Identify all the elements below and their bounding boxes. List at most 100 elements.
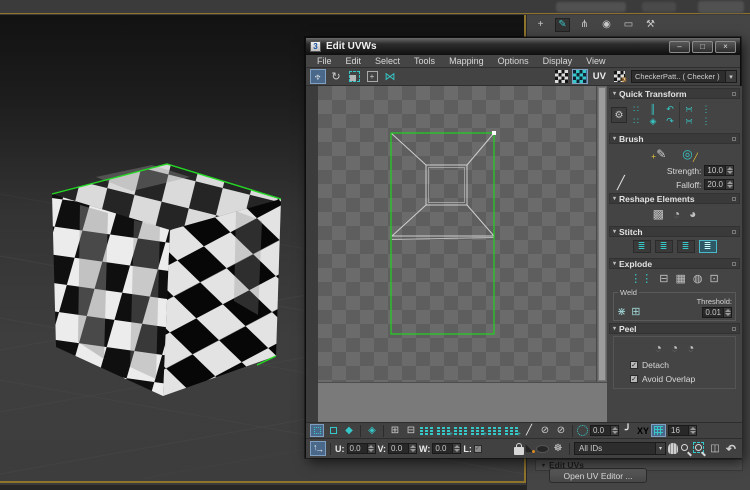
- transform-gear-icon[interactable]: ⚙: [611, 107, 627, 123]
- grow-selection-button[interactable]: ⊞: [388, 424, 402, 437]
- vertex-mode-button[interactable]: [310, 424, 324, 437]
- explode-by-material-icon[interactable]: ◍: [693, 272, 703, 285]
- align-horizontal-icon[interactable]: ∷: [630, 104, 642, 114]
- xy-space-button[interactable]: XY: [637, 426, 649, 436]
- menu-select[interactable]: Select: [368, 56, 407, 66]
- avoid-overlap-checkbox[interactable]: ✓: [630, 375, 638, 383]
- menu-mapping[interactable]: Mapping: [442, 56, 491, 66]
- align-center-icon[interactable]: ◈: [647, 116, 659, 126]
- explode-to-vertices-icon[interactable]: ⊟: [659, 272, 668, 285]
- relax-brush-icon[interactable]: ◎ ╱: [682, 148, 697, 163]
- motion-tab-icon[interactable]: ◉: [599, 18, 614, 32]
- explode-by-smoothing-icon[interactable]: ⊡: [710, 272, 719, 285]
- quick-transform-header[interactable]: ▾ Quick Transform: [609, 88, 740, 99]
- utilities-tab-icon[interactable]: ⚒: [643, 18, 658, 32]
- edge-mode-button[interactable]: [326, 424, 340, 437]
- space-horizontal-icon[interactable]: ∺: [683, 104, 695, 114]
- zoom-extents-icon[interactable]: ◫: [708, 442, 722, 455]
- peel-mode-icon[interactable]: ◔: [671, 341, 678, 355]
- distribute-icon[interactable]: ⋮: [700, 104, 712, 114]
- paint-select-add-button[interactable]: ⊘: [538, 424, 552, 437]
- align-vertical-icon[interactable]: ∷: [630, 116, 642, 126]
- paint-move-brush-icon[interactable]: ✎ +: [651, 148, 666, 162]
- grow-ring-button[interactable]: +: [471, 425, 487, 438]
- stitch-to-average-icon[interactable]: ≣: [698, 240, 717, 253]
- explode-to-faces-icon[interactable]: ▦: [675, 272, 685, 285]
- grow-loop-button[interactable]: +: [437, 425, 453, 438]
- material-selector-dropdown[interactable]: CheckerPatt.. ( Checker ) ▾: [631, 70, 737, 83]
- soft-selection-icon[interactable]: [577, 425, 588, 436]
- absolute-mode-button[interactable]: ↑ →: [310, 441, 326, 456]
- break-icon[interactable]: ⋮⋮: [630, 272, 652, 285]
- rotate-tool-button[interactable]: ↻: [328, 69, 344, 84]
- map-options-button[interactable]: ⚙: [611, 69, 627, 84]
- ellipse-filter-icon[interactable]: [536, 444, 549, 453]
- strength-spinner[interactable]: 10.0: [704, 165, 734, 176]
- avoid-overlap-checkbox-row[interactable]: ✓ Avoid Overlap: [616, 372, 733, 386]
- explode-header[interactable]: ▾ Explode: [609, 258, 740, 269]
- grid-size-spinner[interactable]: 16: [668, 425, 698, 436]
- shrink-selection-button[interactable]: ⊟: [404, 424, 418, 437]
- lock-selected-checkbox[interactable]: ✓: [473, 444, 482, 453]
- menu-edit[interactable]: Edit: [339, 56, 369, 66]
- reshape-grid-icon[interactable]: ▩: [653, 207, 664, 221]
- close-button[interactable]: ×: [715, 40, 736, 53]
- threshold-spinner[interactable]: 0.01: [702, 307, 732, 318]
- stitch-to-target-icon[interactable]: ≣: [654, 240, 673, 253]
- lock-icon[interactable]: [513, 442, 524, 455]
- menu-display[interactable]: Display: [536, 56, 580, 66]
- falloff-curve-icon[interactable]: ╯: [621, 424, 635, 437]
- hierarchy-tab-icon[interactable]: ⋔: [577, 18, 592, 32]
- select-by-ring-button[interactable]: [454, 425, 469, 436]
- loop-mode-button[interactable]: [488, 425, 503, 436]
- paint-select-button[interactable]: ╱: [522, 424, 536, 437]
- element-mode-button[interactable]: ◈: [365, 424, 379, 437]
- checkered-cube[interactable]: [51, 163, 282, 396]
- mirror-tool-button[interactable]: ⋈: [382, 69, 398, 84]
- rotate-cw-icon[interactable]: ↷: [664, 116, 676, 126]
- quick-peel-icon[interactable]: ◔: [655, 341, 662, 355]
- weld-selected-icon[interactable]: ⋇: [617, 305, 626, 318]
- create-tab-icon[interactable]: +: [533, 18, 548, 32]
- falloff-spinner[interactable]: 20.0: [704, 179, 734, 190]
- scale-tool-button[interactable]: [346, 69, 362, 84]
- stitch-header[interactable]: ▾ Stitch: [609, 226, 740, 237]
- minimize-button[interactable]: –: [669, 40, 690, 53]
- face-mode-button[interactable]: ◆: [342, 424, 356, 437]
- pelt-triangle-icon[interactable]: ◣: [526, 443, 535, 454]
- menu-tools[interactable]: Tools: [407, 56, 442, 66]
- reshape-elements-header[interactable]: ▾ Reshape Elements: [609, 193, 740, 204]
- v-spinner[interactable]: 0.0: [388, 443, 418, 454]
- menu-options[interactable]: Options: [491, 56, 536, 66]
- uv-canvas[interactable]: [318, 86, 596, 382]
- material-id-filter-dropdown[interactable]: All IDs ▾: [574, 442, 666, 455]
- stitch-to-source-icon[interactable]: ≣: [676, 240, 695, 253]
- open-uv-editor-button[interactable]: Open UV Editor ...: [549, 468, 647, 483]
- straighten-element-icon[interactable]: ◕: [689, 207, 696, 221]
- scrollbar-thumb[interactable]: [598, 87, 606, 381]
- u-spinner[interactable]: 0.0: [346, 443, 376, 454]
- align-bars-icon[interactable]: ║: [647, 104, 659, 114]
- zoom-region-icon[interactable]: [693, 441, 706, 456]
- zoom-icon[interactable]: [680, 443, 692, 456]
- display-tab-icon[interactable]: ▭: [621, 18, 636, 32]
- limit-to-grid-button[interactable]: [651, 424, 667, 437]
- uv-space-button[interactable]: UV: [589, 71, 610, 82]
- peel-header[interactable]: ▾ Peel: [609, 323, 740, 334]
- freeform-tool-button[interactable]: +: [364, 69, 380, 84]
- brush-header[interactable]: ▾ Brush: [609, 133, 740, 144]
- detach-checkbox[interactable]: ✓: [630, 361, 638, 369]
- space-vertical-icon[interactable]: ∺: [683, 116, 695, 126]
- falloff-line-icon[interactable]: ╱: [617, 175, 625, 191]
- select-by-edge-loop-button[interactable]: [420, 425, 435, 436]
- checker-tiling-button[interactable]: [571, 69, 588, 84]
- pelt-map-icon[interactable]: ◔: [687, 341, 694, 355]
- move-tool-button[interactable]: ↔ ↔: [310, 69, 326, 84]
- ring-mode-button[interactable]: +: [505, 425, 521, 438]
- detach-checkbox-row[interactable]: ✓ Detach: [616, 358, 733, 372]
- dialog-title-bar[interactable]: 3 Edit UVWs – □ ×: [306, 38, 740, 55]
- canvas-vertical-scrollbar[interactable]: [596, 86, 607, 382]
- menu-view[interactable]: View: [579, 56, 612, 66]
- menu-file[interactable]: File: [310, 56, 339, 66]
- stitch-custom-icon[interactable]: ≣: [632, 240, 651, 253]
